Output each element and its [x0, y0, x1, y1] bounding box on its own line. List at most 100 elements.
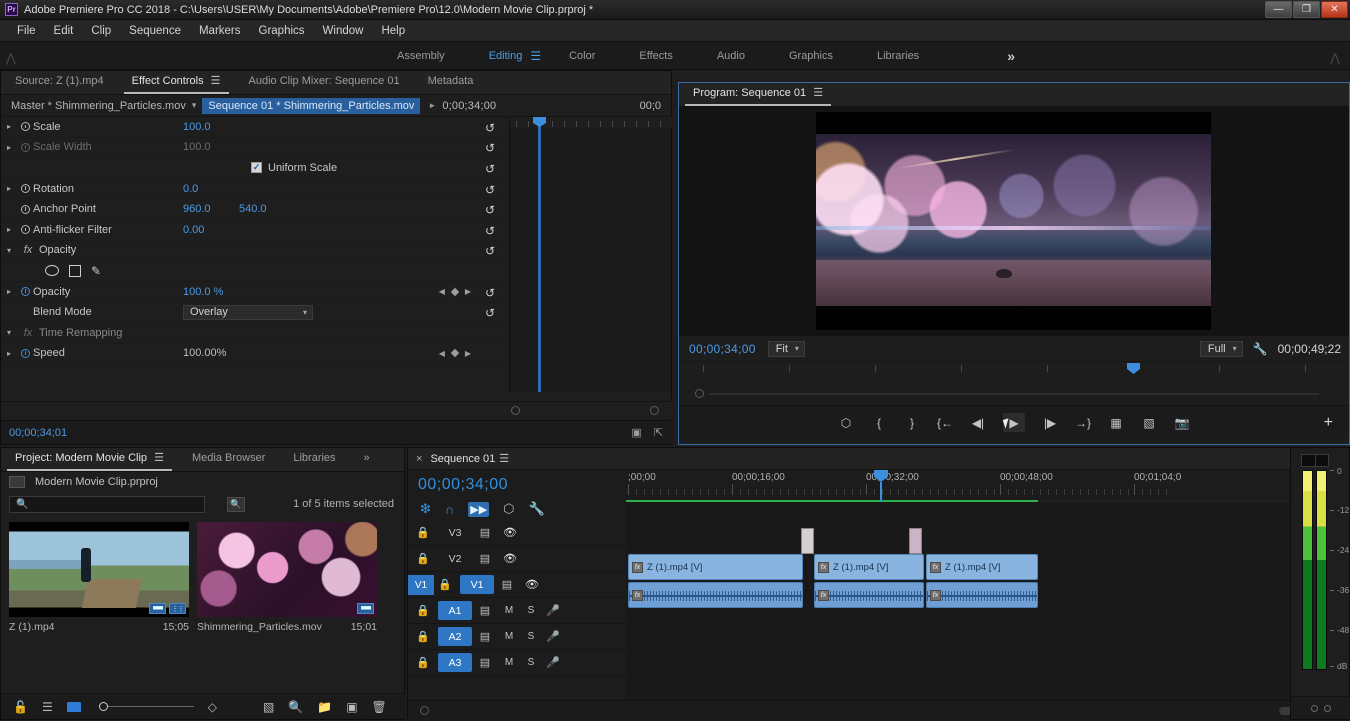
lock-icon[interactable]: 🔒 [438, 578, 460, 591]
go-to-out-icon[interactable]: →} [1075, 415, 1091, 431]
stopwatch-icon[interactable] [17, 287, 33, 297]
reset-icon[interactable]: ↺ [485, 306, 497, 320]
reset-icon[interactable]: ↺ [485, 121, 497, 135]
marker-sync-icon[interactable]: ▶▶ [468, 501, 490, 517]
program-zoom-scroll-bar[interactable] [679, 383, 1349, 405]
mark-out-icon[interactable]: } [904, 415, 920, 431]
add-keyframe-icon[interactable] [450, 287, 460, 296]
program-playhead[interactable] [1127, 363, 1140, 374]
track-header-a1[interactable]: 🔒 A1 ▤ M S 🎤 [408, 598, 626, 624]
param-value-rotation[interactable]: 0.0 [183, 183, 239, 195]
effect-controls-zoom-bar[interactable] [1, 401, 673, 419]
track-name-a1[interactable]: A1 [438, 601, 472, 620]
sync-lock-icon[interactable]: ▤ [472, 604, 498, 617]
timeline-timecode[interactable]: 00;00;34;00 [408, 470, 626, 498]
twirl-icon[interactable] [1, 184, 17, 193]
effect-controls-keyframe-area[interactable] [509, 117, 672, 392]
export-icon[interactable]: ⇱ [654, 426, 663, 439]
track-name-v2[interactable]: V2 [438, 549, 472, 568]
sort-icon[interactable]: ◇ [208, 700, 217, 714]
reset-icon[interactable]: ↺ [485, 244, 497, 258]
minimize-button[interactable]: — [1265, 1, 1292, 18]
menu-clip[interactable]: Clip [82, 20, 120, 42]
menu-sequence[interactable]: Sequence [120, 20, 190, 42]
param-row-scale-width[interactable]: Scale Width 100.0 ↺ [1, 138, 509, 159]
stopwatch-icon[interactable] [17, 348, 33, 358]
panel-menu-icon[interactable]: ☰ [813, 87, 823, 99]
track-header-a3[interactable]: 🔒 A3 ▤ M S 🎤 [408, 650, 626, 676]
program-video-frame[interactable] [816, 112, 1211, 330]
prev-keyframe-icon[interactable]: ◀ [439, 349, 445, 358]
param-row-uniform-scale[interactable]: ✓ Uniform Scale ↺ [1, 158, 509, 179]
param-value-anti-flicker[interactable]: 0.00 [183, 224, 239, 236]
next-keyframe-icon[interactable]: ▶ [465, 349, 471, 358]
twirl-icon[interactable] [1, 122, 17, 131]
zoom-handle-right[interactable] [650, 406, 659, 415]
twirl-icon[interactable] [1, 287, 17, 296]
mute-button-a3[interactable]: M [498, 657, 520, 668]
eye-icon[interactable]: 👁 [498, 526, 522, 539]
reset-icon[interactable]: ↺ [485, 203, 497, 217]
param-row-rotation[interactable]: Rotation 0.0 ↺ [1, 179, 509, 200]
find-button[interactable]: 🔍 [227, 496, 245, 512]
zoom-slider-track[interactable] [107, 705, 194, 708]
list-view-icon[interactable]: ☰ [42, 700, 53, 714]
linked-selection-icon[interactable]: ∩ [445, 502, 454, 517]
reset-icon[interactable]: ↺ [485, 183, 497, 197]
audio-clip[interactable]: fx [926, 582, 1038, 608]
shield-icon[interactable]: ⬡ [503, 501, 514, 517]
menu-graphics[interactable]: Graphics [250, 20, 314, 42]
panel-menu-icon[interactable]: ☰ [211, 75, 221, 87]
tab-metadata[interactable]: Metadata [414, 70, 488, 94]
search-input[interactable]: 🔍 [9, 495, 205, 513]
lift-icon[interactable]: ▦ [1108, 415, 1124, 431]
workspace-tab-color[interactable]: Color [547, 42, 617, 70]
group-row-time-remapping[interactable]: fx Time Remapping [1, 323, 509, 344]
lock-icon[interactable]: 🔒 [416, 552, 438, 565]
table-row[interactable]: fx Z (1).mp4 [V] [628, 554, 803, 580]
new-item-icon[interactable]: ▣ [346, 700, 357, 714]
stopwatch-icon[interactable] [17, 204, 33, 214]
param-row-anchor-point[interactable]: Anchor Point 960.0 540.0 ↺ [1, 199, 509, 220]
close-button[interactable]: ✕ [1321, 1, 1348, 18]
menu-edit[interactable]: Edit [45, 20, 83, 42]
tab-sequence-01[interactable]: Sequence 01 [430, 453, 495, 465]
sync-lock-icon[interactable]: ▤ [472, 630, 498, 643]
param-value-scale[interactable]: 100.0 [183, 121, 239, 133]
menu-window[interactable]: Window [314, 20, 373, 42]
reset-icon[interactable]: ↺ [485, 224, 497, 238]
table-row[interactable]: fx Z (1).mp4 [V] [926, 554, 1038, 580]
menu-markers[interactable]: Markers [190, 20, 250, 42]
solo-button-a1[interactable]: S [520, 605, 542, 616]
twirl-icon[interactable] [1, 328, 17, 337]
close-icon[interactable]: × [408, 453, 430, 465]
clip-thumbnail[interactable]: ■■■ ⋮⋮ [9, 522, 189, 617]
reset-icon[interactable]: ↺ [485, 162, 497, 176]
panel-menu-icon[interactable]: ☰ [154, 452, 164, 464]
extract-icon[interactable]: ▧ [1141, 415, 1157, 431]
voice-record-icon[interactable]: 🎤 [542, 656, 564, 669]
table-row[interactable]: fx Z (1).mp4 [V] [814, 554, 924, 580]
workspace-left-handle[interactable]: ⋀ [6, 51, 16, 65]
workspace-menu-icon[interactable]: ☰ [530, 49, 541, 63]
next-keyframe-icon[interactable]: ▶ [465, 287, 471, 296]
go-to-in-icon[interactable]: {← [937, 415, 953, 431]
program-monitor-stage[interactable] [679, 107, 1349, 335]
panel-menu-icon[interactable]: ☰ [499, 452, 509, 465]
param-row-opacity[interactable]: Opacity 100.0 % ◀ ▶ ↺ [1, 282, 509, 303]
twirl-icon[interactable] [1, 225, 17, 234]
track-name-v3[interactable]: V3 [438, 523, 472, 542]
track-name-a2[interactable]: A2 [438, 627, 472, 646]
list-item[interactable]: ■■■ ⋮⋮ Z (1).mp4 15;05 [9, 522, 189, 633]
stopwatch-icon[interactable] [17, 184, 33, 194]
mute-button-a2[interactable]: M [498, 631, 520, 642]
audio-meter-clip-indicator[interactable] [1301, 454, 1329, 467]
solo-button-a3[interactable]: S [520, 657, 542, 668]
solo-button-a2[interactable]: S [520, 631, 542, 642]
sync-lock-icon[interactable]: ▤ [472, 656, 498, 669]
icon-view-icon[interactable] [66, 701, 81, 712]
audio-meter-wrap[interactable]: 0 -12 -24 -36 -48 dB [1291, 448, 1350, 698]
track-header-v2[interactable]: 🔒 V2 ▤ 👁 [408, 546, 626, 572]
clip-thumbnail[interactable]: ■■■ [197, 522, 377, 617]
track-header-a2[interactable]: 🔒 A2 ▤ M S 🎤 [408, 624, 626, 650]
